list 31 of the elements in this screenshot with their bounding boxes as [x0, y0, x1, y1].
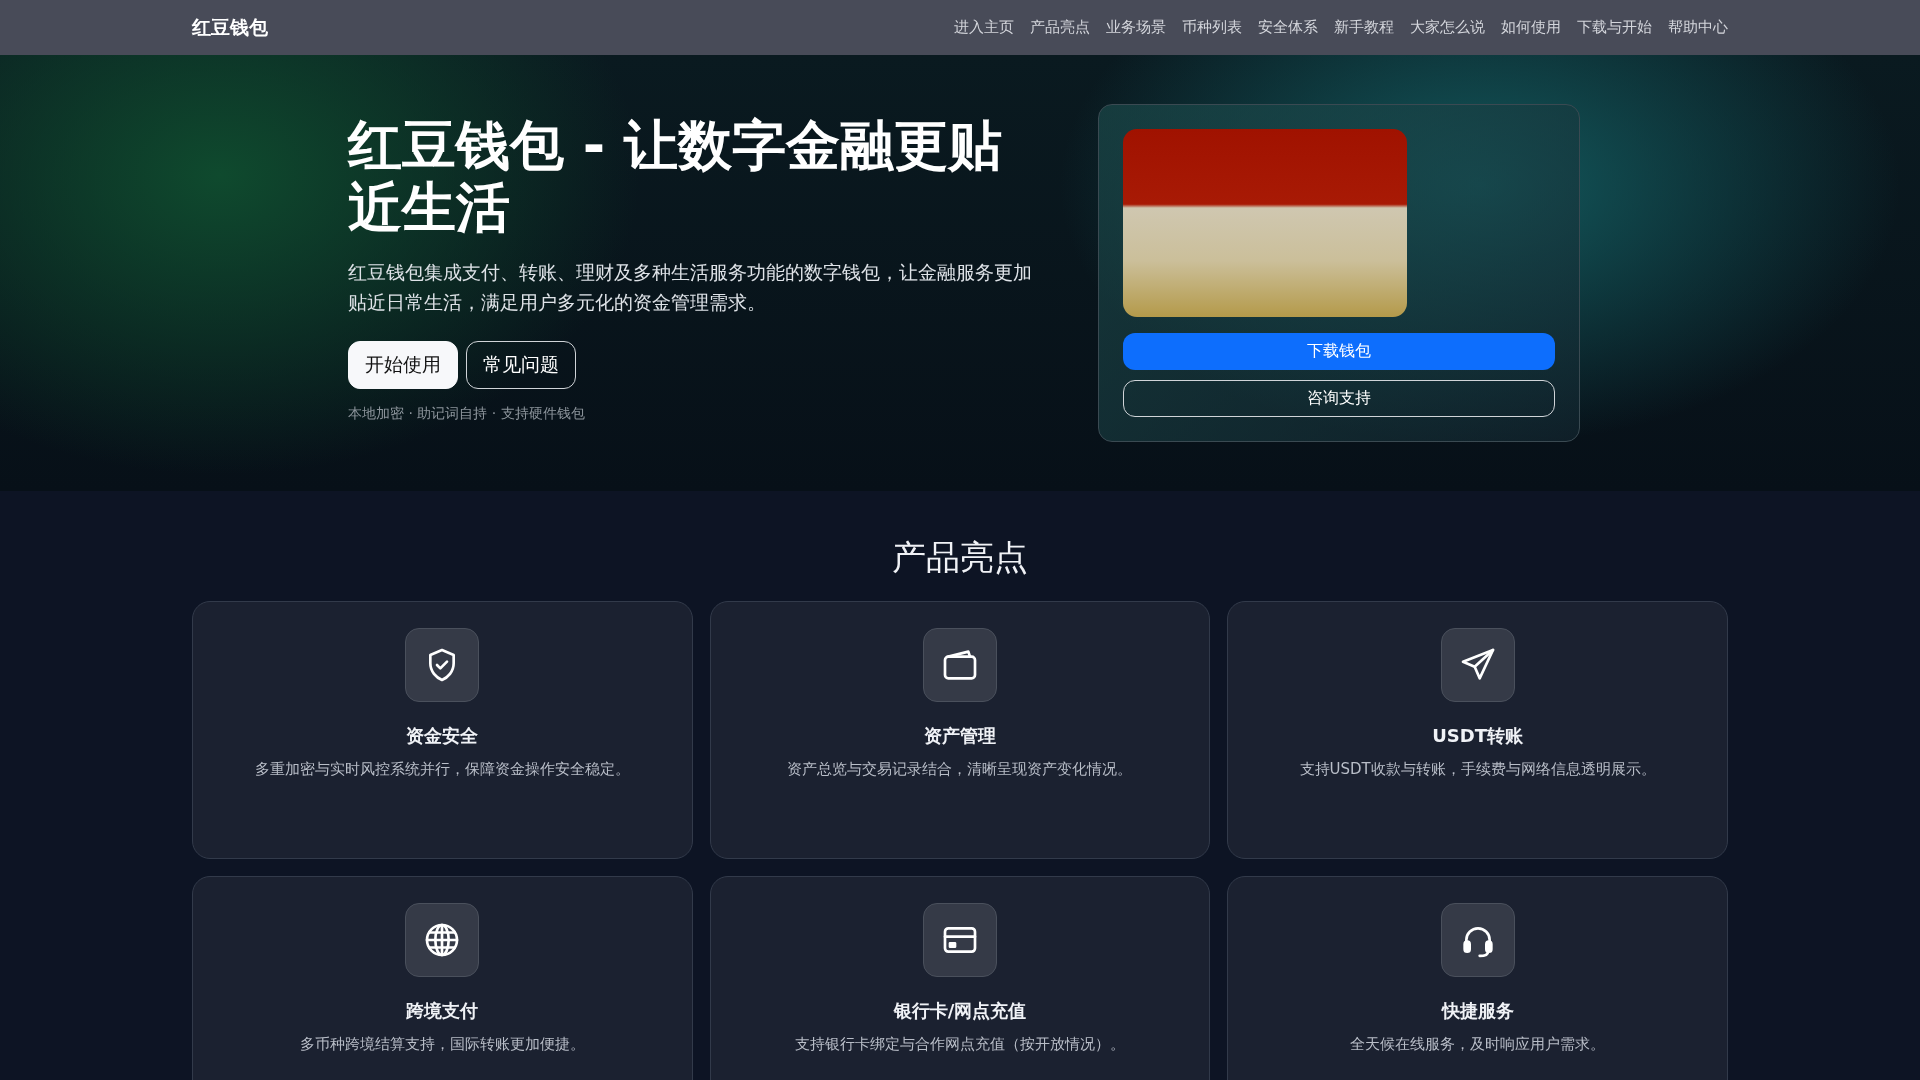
feature-description: 资产总览与交易记录结合，清晰呈现资产变化情况。 [787, 760, 1133, 779]
hero-title: 红豆钱包 - 让数字金融更贴近生活 [348, 115, 1003, 239]
feature-description: 全天候在线服务，及时响应用户需求。 [1350, 1035, 1606, 1054]
feature-title: 资产管理 [924, 724, 996, 748]
feature-description: 支持USDT收款与转账，手续费与网络信息透明展示。 [1299, 760, 1656, 779]
hero-description: 红豆钱包集成支付、转账、理财及多种生活服务功能的数字钱包，让金融服务更加贴近日常生活，满足用户多元化的资金管理需求。 [348, 260, 1033, 315]
nav-link[interactable]: 业务场景 [1106, 18, 1166, 37]
feature-description: 多币种跨境结算支持，国际转账更加便捷。 [299, 1035, 585, 1054]
nav-link[interactable]: 币种列表 [1182, 18, 1242, 37]
feature-title: 银行卡/网点充值 [893, 999, 1027, 1023]
faq-button[interactable]: 常见问题 [466, 341, 576, 389]
nav-link[interactable]: 如何使用 [1501, 18, 1561, 37]
nav-link[interactable]: 产品亮点 [1030, 18, 1090, 37]
start-button[interactable]: 开始使用 [348, 341, 458, 389]
nav-link[interactable]: 新手教程 [1334, 18, 1394, 37]
download-button[interactable]: 下载钱包 [1123, 333, 1555, 370]
nav-link[interactable]: 进入主页 [954, 18, 1014, 37]
feature-title: 快捷服务 [1441, 999, 1514, 1023]
feature-title: USDT转账 [1432, 724, 1524, 748]
nav-link[interactable]: 下载与开始 [1577, 18, 1652, 37]
section-title: 产品亮点 [891, 536, 1029, 579]
nav-link[interactable]: 安全体系 [1258, 18, 1318, 37]
feature-note: 本地加密 · 助记词自持 · 支持硬件钱包 [348, 405, 586, 423]
feature-description: 支持银行卡绑定与合作网点充值（按开放情况）。 [795, 1035, 1125, 1054]
nav-link[interactable]: 大家怎么说 [1410, 18, 1485, 37]
feature-description: 多重加密与实时风控系统并行，保障资金操作安全稳定。 [254, 760, 630, 779]
nav-link[interactable]: 帮助中心 [1668, 18, 1728, 37]
brand-logo-link[interactable]: 红豆钱包 [192, 14, 268, 41]
support-button[interactable]: 咨询支持 [1123, 380, 1555, 417]
feature-title: 资金安全 [406, 724, 479, 748]
feature-title: 跨境支付 [406, 999, 479, 1023]
